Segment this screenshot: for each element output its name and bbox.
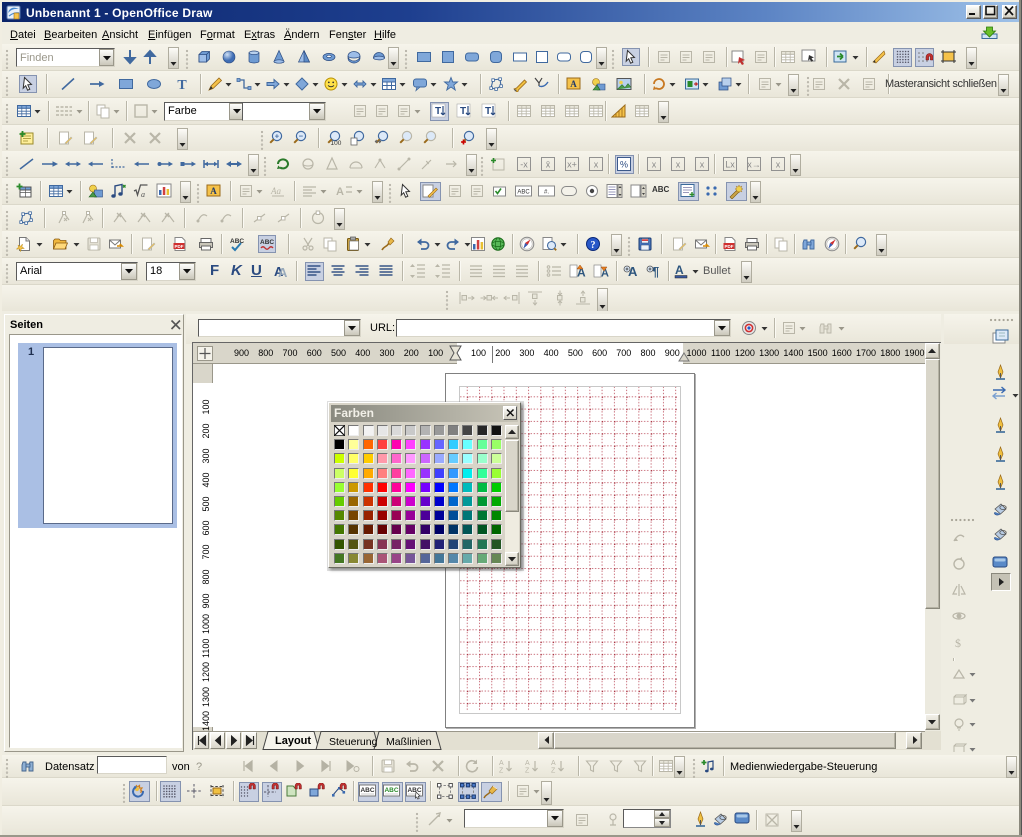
svg-text:Z: Z — [525, 768, 530, 775]
svg-text:$: $ — [955, 636, 961, 650]
svg-text:A: A — [499, 760, 504, 767]
svg-text:A: A — [551, 760, 556, 767]
svg-text:ABC: ABC — [407, 787, 421, 794]
svg-text:ABC: ABC — [384, 787, 398, 794]
svg-text:A: A — [525, 760, 530, 767]
svg-text:ABC: ABC — [360, 787, 374, 794]
svg-text:Z: Z — [551, 768, 556, 775]
svg-text:Z: Z — [499, 768, 504, 775]
